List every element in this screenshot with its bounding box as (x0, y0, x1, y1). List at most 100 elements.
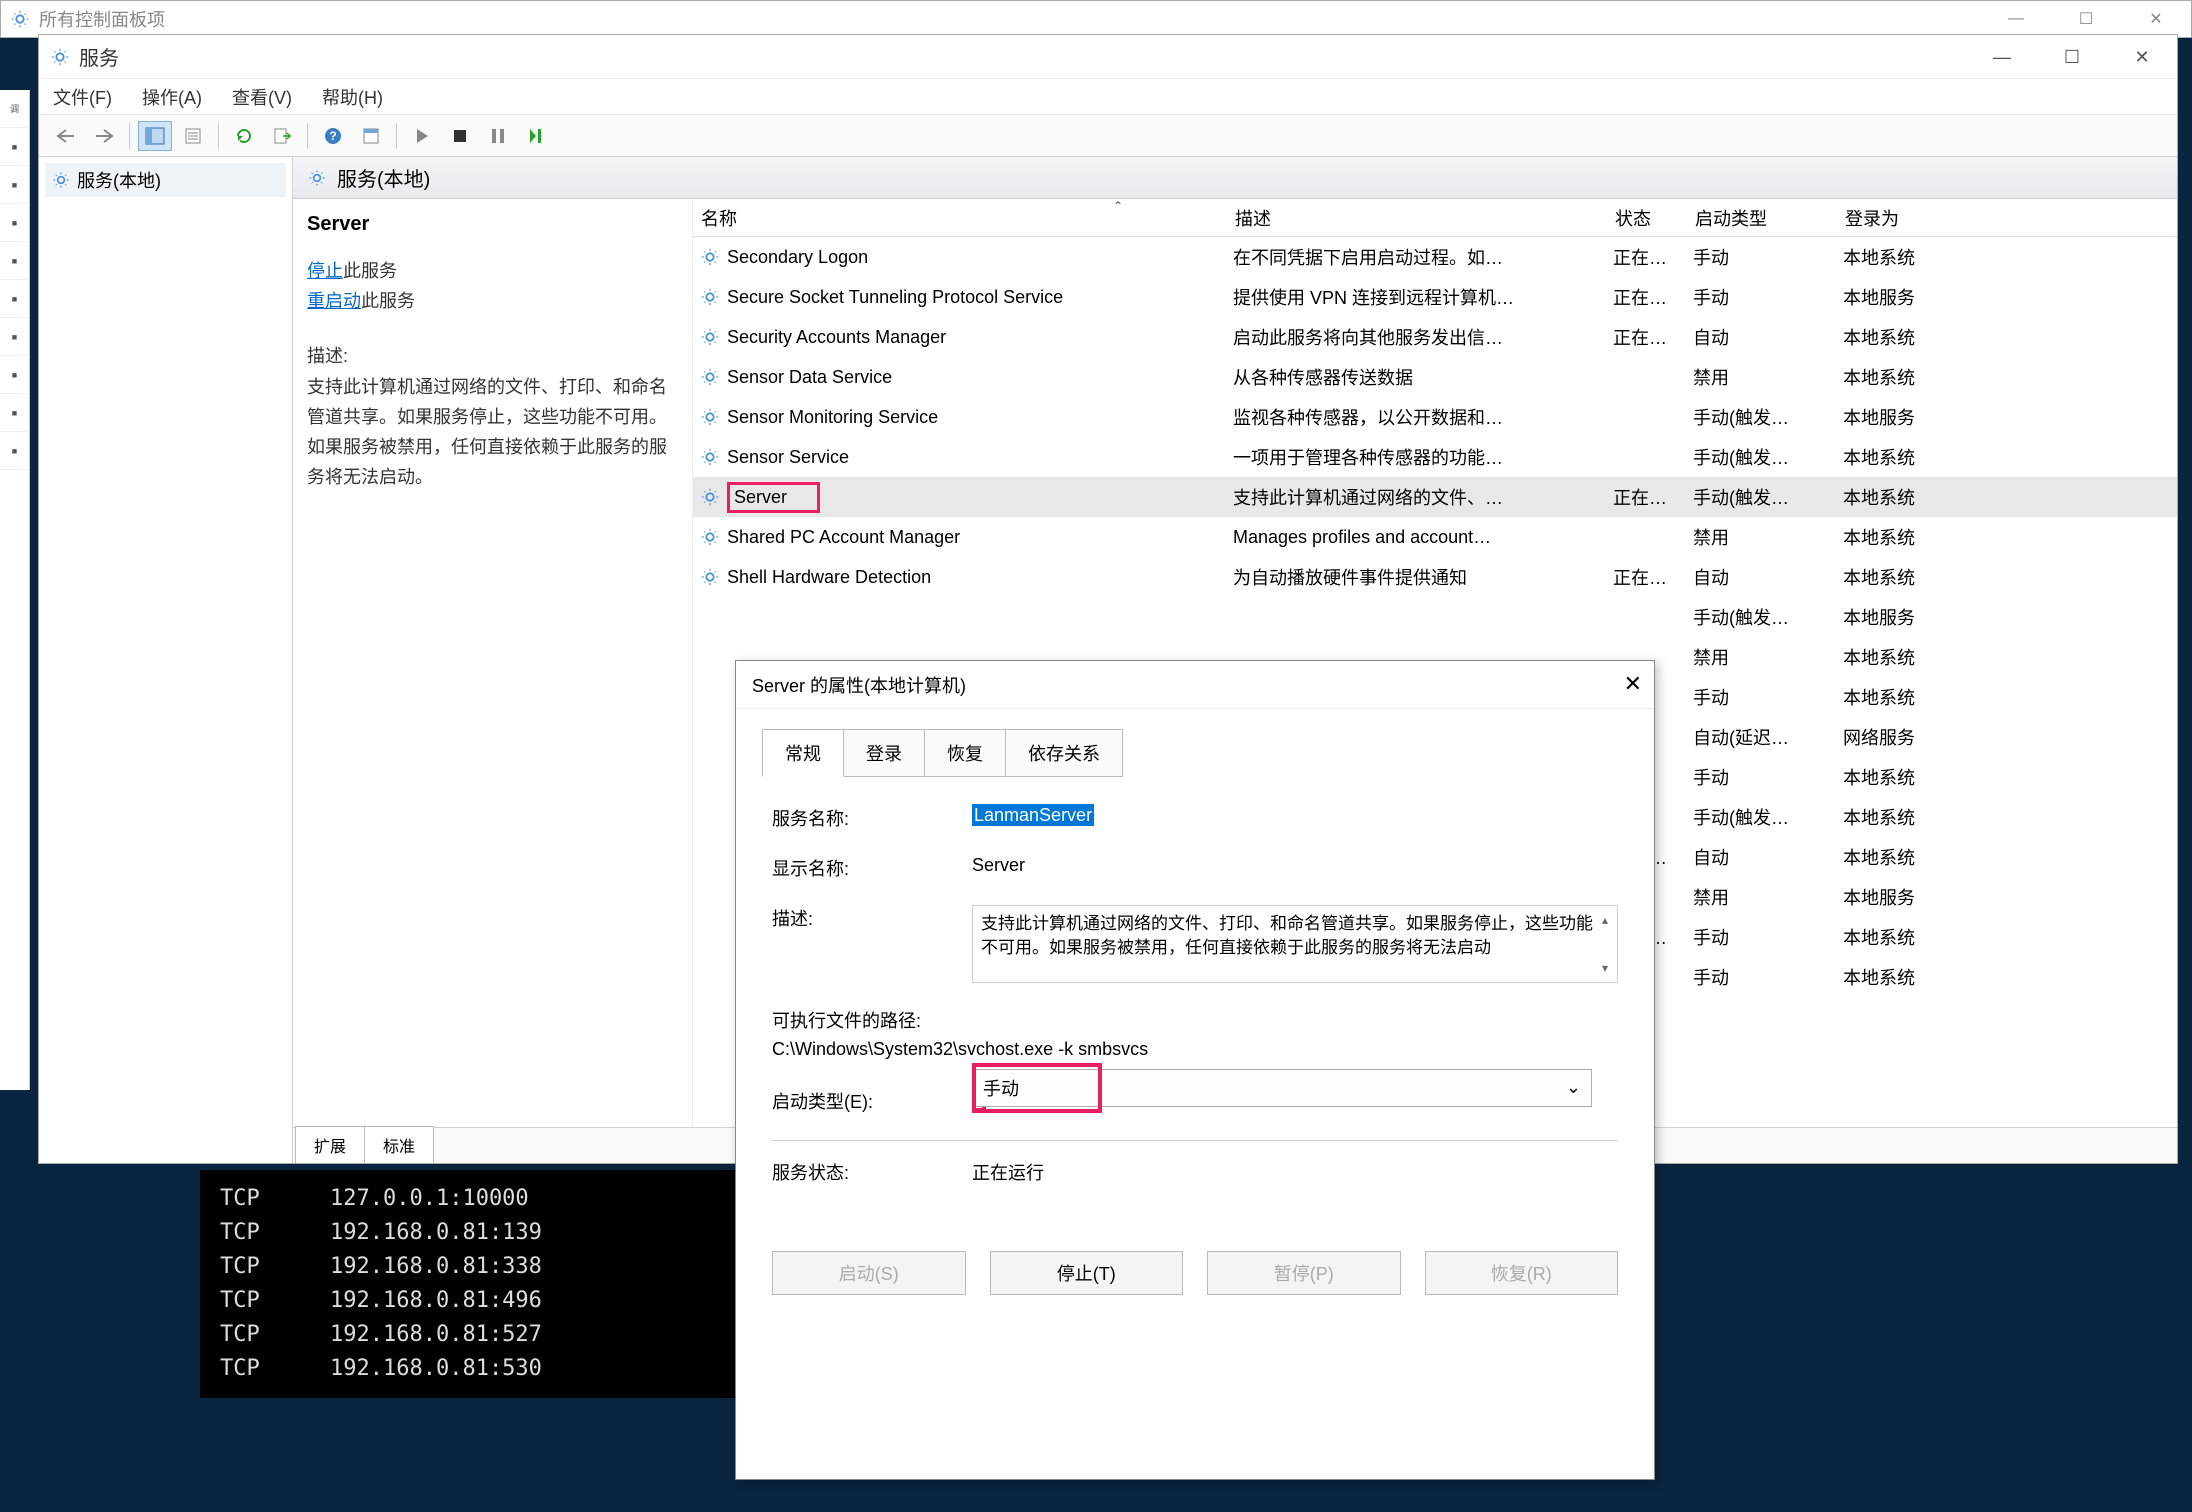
tab-dependencies[interactable]: 依存关系 (1005, 729, 1123, 777)
dlg-resume-button[interactable]: 恢复(R) (1425, 1251, 1619, 1295)
terminal-window[interactable]: TCP127.0.0.1:10000TCP192.168.0.81:139TCP… (200, 1170, 760, 1398)
cell-logon: 本地服务 (1843, 404, 1983, 430)
gear-icon (699, 446, 721, 468)
start-service-button[interactable] (405, 121, 439, 151)
label-startup-type: 启动类型(E): (772, 1088, 972, 1114)
description-panel: Server 停止此服务 重启动此服务 描述: 支持此计算机通过网络的文件、打印… (293, 199, 693, 1127)
show-hide-tree-button[interactable] (138, 121, 172, 151)
service-row[interactable]: Sensor Monitoring Service监视各种传感器，以公开数据和…… (693, 397, 2177, 437)
dlg-close-button[interactable]: ✕ (1624, 671, 1642, 697)
prop-window-button[interactable] (354, 121, 388, 151)
service-row[interactable]: Sensor Service一项用于管理各种传感器的功能…手动(触发…本地系统 (693, 437, 2177, 477)
scroll-up-icon[interactable]: ▴ (1595, 908, 1615, 932)
cell-logon: 本地系统 (1843, 324, 1983, 350)
pause-service-button[interactable] (481, 121, 515, 151)
cell-status: 正在… (1613, 324, 1693, 350)
cell-start: 手动 (1693, 684, 1843, 710)
cell-desc: 从各种传感器传送数据 (1233, 364, 1613, 390)
stop-service-link[interactable]: 停止 (307, 261, 343, 281)
service-name-cell: Shell Hardware Detection (727, 567, 931, 588)
refresh-button[interactable] (227, 121, 261, 151)
svc-minimize-button[interactable]: — (1967, 35, 2037, 79)
startup-type-value: 手动 (983, 1075, 1019, 1101)
menu-help[interactable]: 帮助(H) (322, 84, 383, 110)
col-header-logon[interactable]: 登录为 (1843, 205, 1983, 231)
service-row[interactable]: Sensor Data Service从各种传感器传送数据禁用本地系统 (693, 357, 2177, 397)
cell-logon: 本地系统 (1843, 684, 1983, 710)
properties-button[interactable] (176, 121, 210, 151)
service-name-cell: Shared PC Account Manager (727, 527, 960, 548)
value-service-name[interactable]: LanmanServer (972, 804, 1094, 826)
tab-standard[interactable]: 标准 (364, 1126, 434, 1163)
dlg-start-button[interactable]: 启动(S) (772, 1251, 966, 1295)
col-header-status[interactable]: 状态 (1613, 205, 1693, 231)
description-textbox[interactable]: 支持此计算机通过网络的文件、打印、和命名管道共享。如果服务停止，这些功能不可用。… (972, 905, 1618, 983)
service-row[interactable]: Secure Socket Tunneling Protocol Service… (693, 277, 2177, 317)
dlg-stop-button[interactable]: 停止(T) (990, 1251, 1184, 1295)
cell-start: 手动 (1693, 924, 1843, 950)
svc-close-button[interactable]: ✕ (2107, 35, 2177, 79)
tab-extended[interactable]: 扩展 (295, 1126, 365, 1163)
nav-forward-button[interactable] (87, 121, 121, 151)
cell-start: 禁用 (1693, 524, 1843, 550)
stop-service-button[interactable] (443, 121, 477, 151)
label-service-name: 服务名称: (772, 805, 972, 831)
cp-minimize-button[interactable]: — (1981, 1, 2051, 37)
nav-back-button[interactable] (49, 121, 83, 151)
menubar: 文件(F) 操作(A) 查看(V) 帮助(H) (39, 79, 2177, 115)
control-panel-window: 所有控制面板项 — ☐ ✕ (0, 0, 2192, 38)
menu-file[interactable]: 文件(F) (53, 84, 112, 110)
cell-start: 自动 (1693, 844, 1843, 870)
cell-logon: 本地服务 (1843, 284, 1983, 310)
service-name-cell: Secondary Logon (727, 247, 868, 268)
service-row[interactable]: Shared PC Account ManagerManages profile… (693, 517, 2177, 557)
col-header-desc[interactable]: 描述 (1233, 205, 1613, 231)
service-row[interactable]: Security Accounts Manager启动此服务将向其他服务发出信…… (693, 317, 2177, 357)
tab-recovery[interactable]: 恢复 (924, 729, 1006, 777)
cell-start: 手动(触发… (1693, 404, 1843, 430)
cell-start: 禁用 (1693, 644, 1843, 670)
list-header[interactable]: 名称 ⌃ 描述 状态 启动类型 登录为 (693, 199, 2177, 237)
cell-start: 禁用 (1693, 884, 1843, 910)
col-header-start[interactable]: 启动类型 (1693, 205, 1843, 231)
gear-icon (699, 526, 721, 548)
toolbar: ? (39, 115, 2177, 157)
gear-icon (699, 286, 721, 308)
service-name-cell: Sensor Service (727, 447, 849, 468)
cp-maximize-button[interactable]: ☐ (2051, 1, 2121, 37)
tab-logon[interactable]: 登录 (843, 729, 925, 777)
gear-icon (699, 246, 721, 268)
service-row[interactable]: Shell Hardware Detection为自动播放硬件事件提供通知正在…… (693, 557, 2177, 597)
scroll-down-icon[interactable]: ▾ (1595, 956, 1615, 980)
service-row[interactable]: Server支持此计算机通过网络的文件、…正在…手动(触发…本地系统 (693, 477, 2177, 517)
cell-desc: 监视各种传感器，以公开数据和… (1233, 404, 1613, 430)
cell-logon: 本地服务 (1843, 604, 1983, 630)
cp-close-button[interactable]: ✕ (2121, 1, 2191, 37)
svc-maximize-button[interactable]: ☐ (2037, 35, 2107, 79)
restart-service-button[interactable] (519, 121, 553, 151)
tree-item-services-local[interactable]: 服务(本地) (45, 163, 286, 197)
service-row[interactable]: 手动(触发…本地服务 (693, 597, 2177, 637)
tab-general[interactable]: 常规 (762, 729, 844, 777)
dlg-titlebar[interactable]: Server 的属性(本地计算机) ✕ (736, 661, 1654, 709)
tree-panel: 服务(本地) (39, 157, 293, 1163)
service-row[interactable]: Secondary Logon在不同凭据下启用启动过程。如…正在…手动本地系统 (693, 237, 2177, 277)
svc-title: 服务 (79, 42, 119, 71)
menu-view[interactable]: 查看(V) (232, 84, 292, 110)
cell-desc: 在不同凭据下启用启动过程。如… (1233, 244, 1613, 270)
export-button[interactable] (265, 121, 299, 151)
service-name-cell: Secure Socket Tunneling Protocol Service (727, 287, 1063, 308)
svc-titlebar[interactable]: 服务 — ☐ ✕ (39, 35, 2177, 79)
gear-icon (699, 326, 721, 348)
startup-type-combo[interactable]: 手动 ⌄ (972, 1069, 1592, 1107)
menu-action[interactable]: 操作(A) (142, 84, 202, 110)
value-exe-path: C:\Windows\System32\svchost.exe -k smbsv… (772, 1039, 1618, 1060)
col-header-name[interactable]: 名称 (693, 205, 1233, 231)
label-description: 描述: (772, 905, 972, 931)
help-button[interactable]: ? (316, 121, 350, 151)
gear-icon (699, 566, 721, 588)
cell-logon: 本地系统 (1843, 644, 1983, 670)
dlg-pause-button[interactable]: 暂停(P) (1207, 1251, 1401, 1295)
label-service-status: 服务状态: (772, 1159, 972, 1185)
restart-service-link[interactable]: 重启动 (307, 291, 361, 311)
